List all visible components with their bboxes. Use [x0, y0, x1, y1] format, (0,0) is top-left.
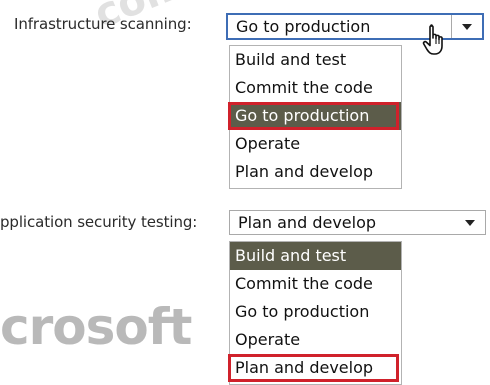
watermark-bottom: crosoft	[0, 298, 192, 356]
option-go-to-production[interactable]: Go to production	[230, 298, 401, 326]
select-value: Plan and develop	[238, 213, 377, 232]
exam-dropdown-screen: com Infrastructure scanning: Go to produ…	[0, 0, 490, 385]
option-commit-the-code[interactable]: Commit the code	[230, 74, 401, 102]
chevron-down-icon[interactable]	[451, 15, 482, 38]
option-plan-and-develop[interactable]: Plan and develop	[228, 354, 401, 382]
option-build-and-test[interactable]: Build and test	[230, 46, 401, 74]
option-operate[interactable]: Operate	[230, 326, 401, 354]
application-security-testing-options: Build and test Commit the code Go to pro…	[228, 241, 402, 385]
option-commit-the-code[interactable]: Commit the code	[230, 270, 401, 298]
field-label-infrastructure-scanning: Infrastructure scanning:	[14, 15, 192, 33]
option-go-to-production[interactable]: Go to production	[228, 102, 401, 130]
field-label-application-security-testing: pplication security testing:	[0, 213, 198, 231]
application-security-testing-select[interactable]: Plan and develop	[229, 210, 486, 235]
select-value: Go to production	[236, 17, 371, 36]
option-plan-and-develop[interactable]: Plan and develop	[230, 158, 401, 186]
option-operate[interactable]: Operate	[230, 130, 401, 158]
option-build-and-test[interactable]: Build and test	[230, 242, 401, 270]
infrastructure-scanning-options: Build and test Commit the code Go to pro…	[228, 45, 402, 189]
hand-pointer-icon	[422, 24, 443, 55]
chevron-down-icon[interactable]	[455, 211, 485, 234]
